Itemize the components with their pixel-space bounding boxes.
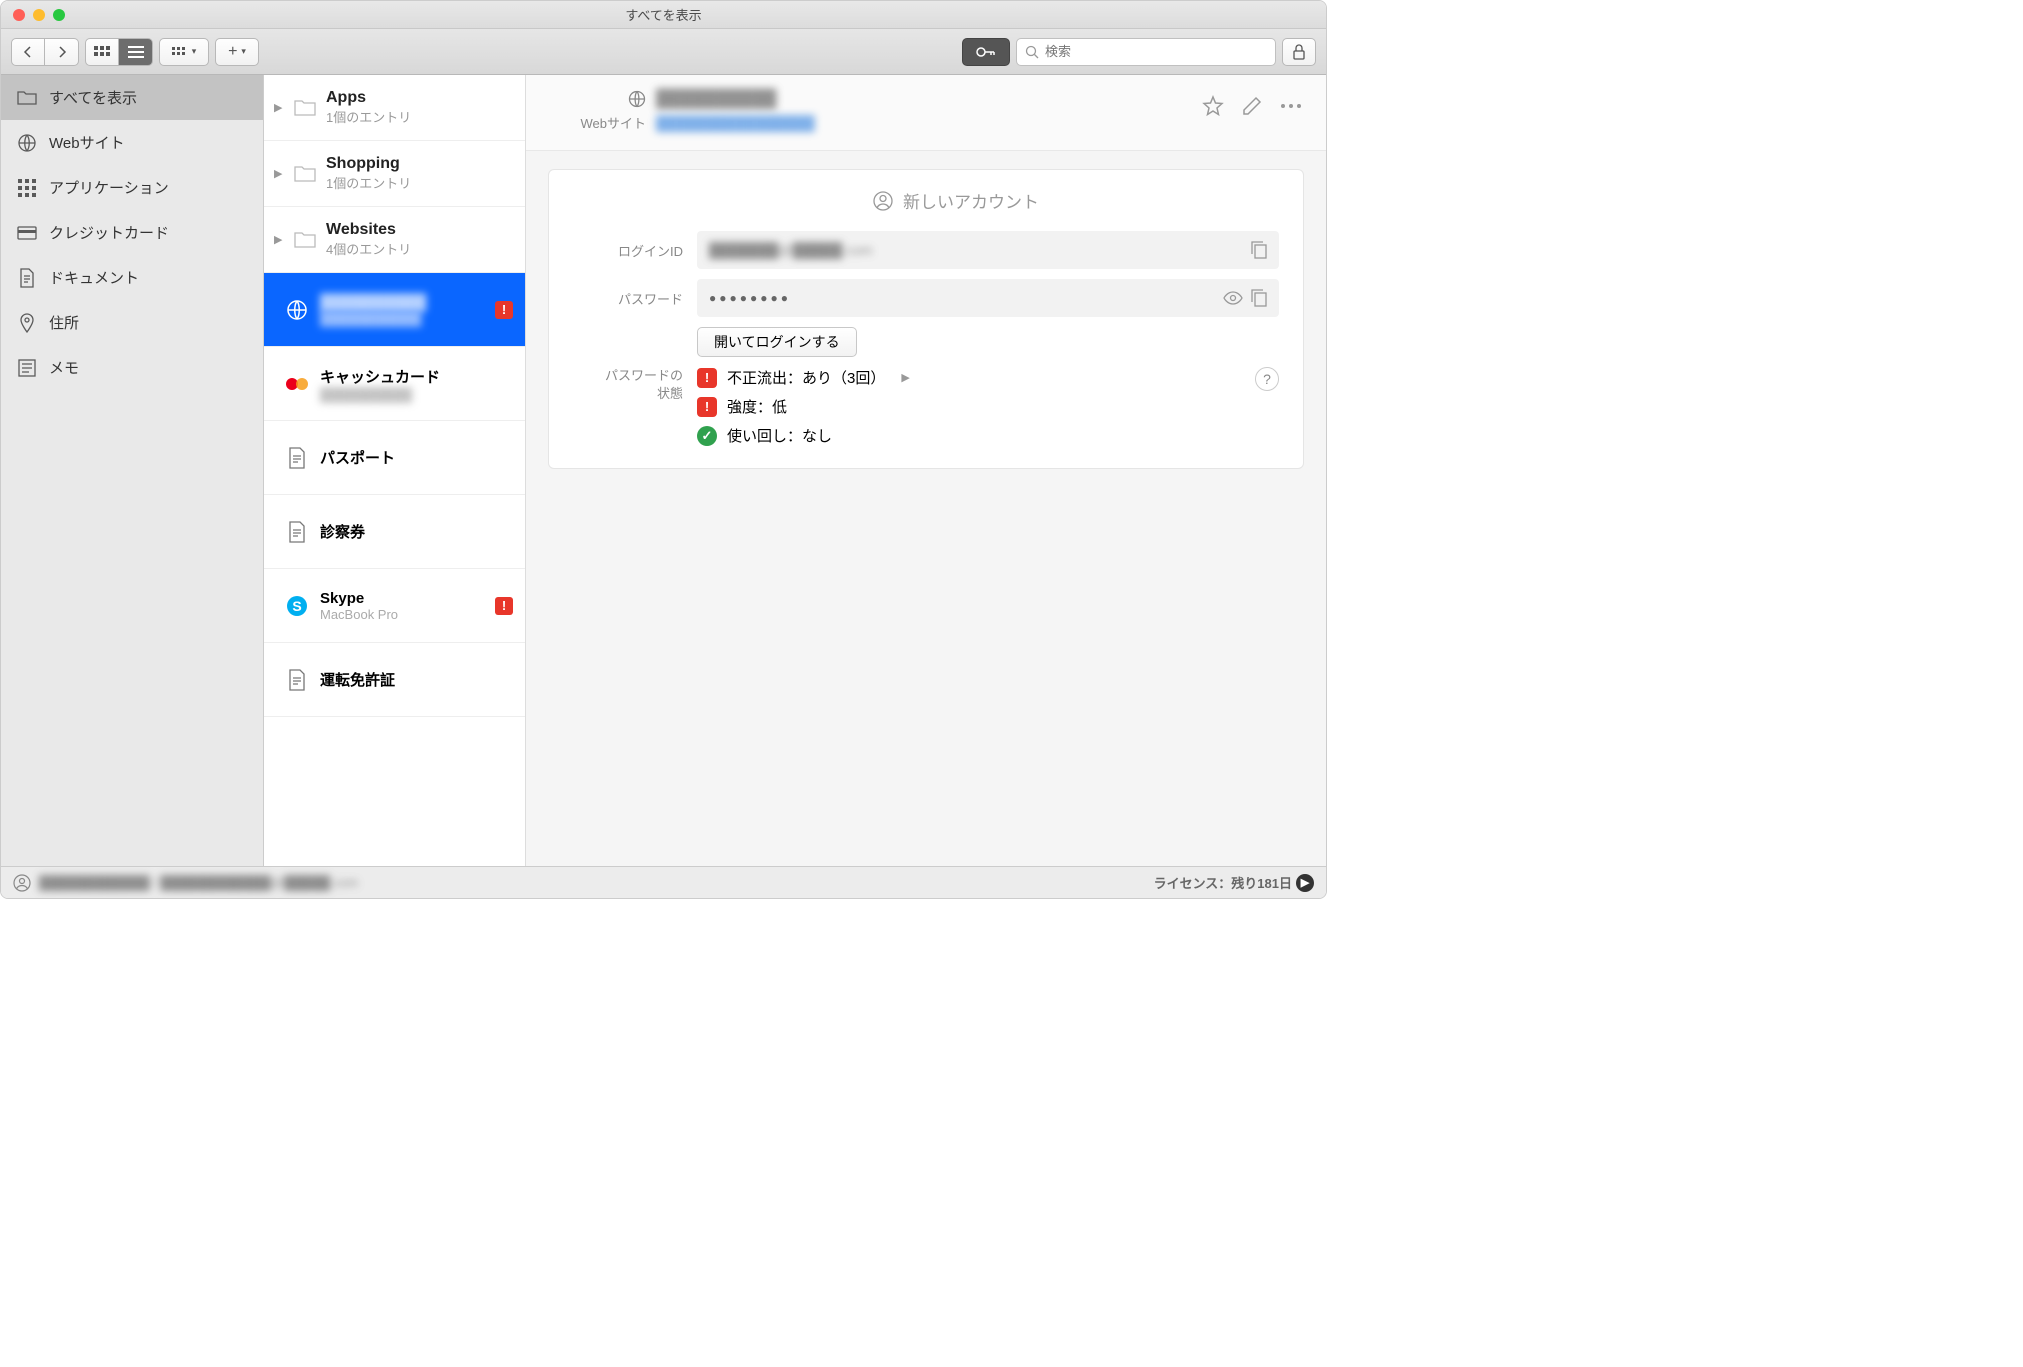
help-icon[interactable]: ?: [1255, 367, 1279, 391]
sidebar-item-creditcards[interactable]: クレジットカード: [1, 210, 263, 255]
pin-icon: [17, 313, 37, 333]
password-status-label: パスワードの状態: [573, 367, 683, 403]
chevron-right-icon: ▶: [274, 101, 284, 114]
globe-icon: [628, 90, 646, 108]
entry-skype[interactable]: S SkypeMacBook Pro !: [264, 569, 525, 643]
lock-button[interactable]: [1282, 38, 1316, 66]
folder-icon: [294, 231, 316, 249]
skype-icon: S: [286, 595, 308, 617]
status-bar: ████████████ / ████████████@█████.com ライ…: [1, 866, 1326, 898]
eye-icon[interactable]: [1223, 291, 1243, 305]
window-maximize-button[interactable]: [53, 9, 65, 21]
person-icon: [13, 874, 31, 892]
folder-apps[interactable]: ▶ Apps1個のエントリ: [264, 75, 525, 141]
password-field[interactable]: ●●●●●●●●: [697, 279, 1279, 317]
document-icon: [286, 447, 308, 469]
entry-medical-card[interactable]: 診察券: [264, 495, 525, 569]
search-icon: [1025, 45, 1039, 59]
group-menu-button[interactable]: ▾: [159, 38, 209, 66]
entry-cashcard[interactable]: キャッシュカード██████████: [264, 347, 525, 421]
apps-icon: [17, 178, 37, 198]
svg-text:S: S: [292, 598, 301, 614]
open-and-login-button[interactable]: 開いてログインする: [697, 327, 857, 357]
back-button[interactable]: [11, 38, 45, 66]
folder-shopping[interactable]: ▶ Shopping1個のエントリ: [264, 141, 525, 207]
add-menu-button[interactable]: +▾: [215, 38, 259, 66]
entry-name: ██████████: [656, 89, 776, 109]
category-sidebar: すべてを表示 Webサイト アプリケーション クレジットカード ドキュメント 住…: [1, 75, 264, 866]
status-strength: ! 強度：低: [697, 396, 1241, 417]
mastercard-icon: [286, 373, 308, 395]
alert-icon: !: [697, 368, 717, 388]
key-button[interactable]: [962, 38, 1010, 66]
entry-drivers-license[interactable]: 運転免許証: [264, 643, 525, 717]
account-info: ████████████ / ████████████@█████.com: [39, 875, 358, 890]
window-titlebar: すべてを表示: [1, 1, 1326, 29]
globe-icon: [17, 133, 37, 153]
warning-badge-icon: !: [495, 301, 513, 319]
document-icon: [17, 268, 37, 288]
person-icon: [873, 191, 893, 211]
sidebar-item-websites[interactable]: Webサイト: [1, 120, 263, 165]
chevron-right-icon: ▶: [274, 233, 284, 246]
license-status[interactable]: ライセンス：残り181日 ▶: [1154, 873, 1314, 892]
alert-icon: !: [697, 397, 717, 417]
view-grid-button[interactable]: [85, 38, 119, 66]
detail-pane: ██████████ Webサイト ████████████████ 新しい: [526, 75, 1326, 866]
window-close-button[interactable]: [13, 9, 25, 21]
sidebar-item-applications[interactable]: アプリケーション: [1, 165, 263, 210]
section-header: 新しいアカウント: [573, 188, 1279, 213]
login-id-label: ログインID: [573, 241, 683, 260]
entry-passport[interactable]: パスポート: [264, 421, 525, 495]
document-icon: [286, 669, 308, 691]
folder-icon: [294, 165, 316, 183]
card-icon: [17, 223, 37, 243]
search-input[interactable]: [1045, 44, 1267, 59]
chevron-right-icon: ▶: [901, 371, 909, 384]
entry-list: ▶ Apps1個のエントリ ▶ Shopping1個のエントリ ▶ Websit…: [264, 75, 526, 866]
sidebar-item-documents[interactable]: ドキュメント: [1, 255, 263, 300]
chevron-right-icon: ▶: [274, 167, 284, 180]
sidebar-item-all[interactable]: すべてを表示: [1, 75, 263, 120]
warning-badge-icon: !: [495, 597, 513, 615]
toolbar: ▾ +▾: [1, 29, 1326, 75]
globe-icon: [286, 299, 308, 321]
more-icon[interactable]: [1280, 103, 1302, 109]
sidebar-item-addresses[interactable]: 住所: [1, 300, 263, 345]
copy-icon[interactable]: [1251, 241, 1267, 259]
edit-icon[interactable]: [1242, 96, 1262, 116]
chevron-right-icon: ▶: [1296, 874, 1314, 892]
folder-icon: [294, 99, 316, 117]
copy-icon[interactable]: [1251, 289, 1267, 307]
folder-icon: [17, 88, 37, 108]
status-reuse: ✓ 使い回し：なし: [697, 425, 1241, 446]
star-icon[interactable]: [1202, 95, 1224, 117]
search-box[interactable]: [1016, 38, 1276, 66]
window-title: すべてを表示: [625, 5, 701, 24]
status-breach[interactable]: ! 不正流出：あり（3回） ▶: [697, 367, 1241, 388]
document-icon: [286, 521, 308, 543]
entry-website[interactable]: █████████████████████ !: [264, 273, 525, 347]
window-minimize-button[interactable]: [33, 9, 45, 21]
account-card: 新しいアカウント ログインID ███████@█████.com パスワード …: [548, 169, 1304, 469]
view-list-button[interactable]: [119, 38, 153, 66]
forward-button[interactable]: [45, 38, 79, 66]
detail-header: ██████████ Webサイト ████████████████: [526, 75, 1326, 151]
folder-websites[interactable]: ▶ Websites4個のエントリ: [264, 207, 525, 273]
entry-url[interactable]: ████████████████: [656, 115, 815, 131]
check-icon: ✓: [697, 426, 717, 446]
note-icon: [17, 358, 37, 378]
login-id-field[interactable]: ███████@█████.com: [697, 231, 1279, 269]
sidebar-item-notes[interactable]: メモ: [1, 345, 263, 390]
password-label: パスワード: [573, 289, 683, 308]
